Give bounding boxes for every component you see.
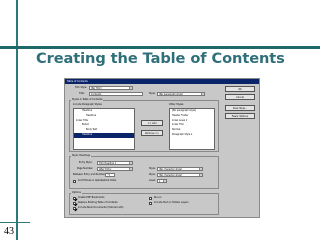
other-style-item[interactable]: Paragraph Style 1 [170, 133, 214, 138]
slide-page-number: 43 [4, 226, 14, 237]
dialog-title-bar: Table of Contents [65, 79, 259, 84]
title-style-dropdown-icon [201, 93, 204, 95]
style-headings-label: Style: Headings [71, 154, 92, 158]
between-style-select[interactable]: [No character style] [157, 173, 203, 177]
styles-in-toc-label: Styles in Table of Contents [71, 98, 104, 102]
between-style-dropdown-icon [199, 174, 202, 176]
other-styles-label: Other Styles: [169, 103, 184, 106]
remove-style-button[interactable]: Remove >> [141, 130, 163, 136]
page-number-style-select[interactable]: [No character style] [157, 167, 203, 171]
title-style-label: Style: [149, 92, 156, 95]
title-style-select[interactable]: [No paragraph style] [157, 92, 205, 96]
include-styles-label: Include Paragraph Styles: [73, 103, 103, 106]
run-in-label: Run-in [154, 196, 162, 199]
table-of-contents-dialog: Table of Contents TOC Style: [No TOC] Ti… [64, 78, 260, 218]
slide-title: Creating the Table of Contents [36, 50, 285, 67]
page-number-value: After Entry [99, 168, 112, 171]
save-style-button[interactable]: Save Style... [225, 105, 255, 111]
replace-existing-toc-checkbox[interactable] [73, 202, 76, 205]
page-number-dropdown-icon [129, 168, 132, 170]
ok-button[interactable]: OK [225, 86, 255, 92]
between-entry-input[interactable]: ^t [105, 173, 115, 177]
include-style-item-selected[interactable]: Headline [74, 132, 134, 138]
fewer-options-button[interactable]: Fewer Options [225, 113, 255, 119]
title-value: Contents [91, 93, 102, 96]
title-label: Title: [79, 92, 85, 95]
cancel-button[interactable]: Cancel [225, 94, 255, 100]
entry-style-select[interactable]: TOC Heading 1 [97, 161, 133, 165]
sort-alphabetical-checkbox[interactable] [73, 180, 76, 183]
replace-existing-toc-label: Replace Existing Table of Contents [78, 201, 118, 204]
title-input[interactable]: Contents [89, 92, 143, 96]
page-number-style-dropdown-icon [199, 168, 202, 170]
entry-style-value: TOC Heading 1 [99, 162, 117, 165]
run-in-checkbox[interactable] [149, 197, 152, 200]
page-number-style-label: Style: [149, 167, 156, 170]
slide-title-rule [0, 46, 320, 49]
between-entry-value: ^t [107, 174, 110, 177]
toc-style-dropdown-icon [129, 87, 132, 89]
page-number-label: Page Number: [77, 167, 94, 170]
include-book-documents-checkbox[interactable] [73, 207, 76, 210]
page-number-select[interactable]: After Entry [97, 167, 133, 171]
include-hidden-layers-checkbox[interactable] [149, 202, 152, 205]
toc-style-label: TOC Style: [75, 86, 88, 89]
toc-style-select[interactable]: [No TOC] [89, 86, 133, 90]
toc-style-value: [No TOC] [91, 87, 102, 90]
entry-style-label: Entry Style: [79, 161, 93, 164]
level-stepper[interactable]: 1 [157, 179, 167, 183]
title-style-value: [No paragraph style] [159, 93, 183, 96]
create-pdf-bookmarks-label: Create PDF Bookmarks [78, 196, 105, 199]
level-label: Level: [149, 179, 156, 182]
page-number-style-value: [No character style] [159, 168, 182, 171]
level-stepper-arrows-icon [163, 180, 166, 182]
include-hidden-layers-label: Include Text on Hidden Layers [154, 201, 189, 204]
entry-style-dropdown-icon [129, 162, 132, 164]
slide-left-rule [16, 0, 18, 240]
level-value: 1 [159, 180, 161, 183]
between-style-label: Style: [149, 173, 156, 176]
other-styles-list[interactable]: [No paragraph style] Header Footer Index… [169, 108, 215, 150]
include-book-documents-label: Include Book Documents (Tutorial.indb) [78, 206, 124, 209]
between-entry-label: Between Entry and Number: [73, 173, 106, 176]
sort-alphabetical-label: Sort Entries in Alphabetical Order [78, 179, 117, 182]
between-style-value: [No character style] [159, 174, 182, 177]
add-style-button[interactable]: << Add [141, 120, 163, 126]
include-styles-list[interactable]: Headline Headline Index Title Bullet Bod… [73, 108, 135, 150]
options-label: Options [71, 191, 82, 195]
create-pdf-bookmarks-checkbox[interactable] [73, 197, 76, 200]
slide-footer-rule [0, 222, 30, 223]
